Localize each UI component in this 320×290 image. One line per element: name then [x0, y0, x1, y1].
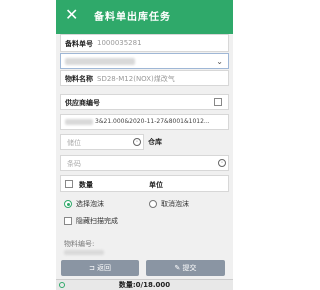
- location-input[interactable]: 储位 ◦: [60, 134, 144, 150]
- order-number-value: 1000035281: [97, 39, 142, 47]
- return-icon: ⊐: [88, 264, 95, 272]
- select-foam-radio[interactable]: [64, 200, 72, 208]
- quantity-status: 数量:0/18.000: [118, 281, 171, 289]
- close-icon[interactable]: ✕: [65, 5, 78, 25]
- quantity-checkbox[interactable]: [65, 180, 73, 188]
- back-button-label: 返回: [97, 264, 112, 272]
- barcode-placeholder: 条码: [67, 160, 81, 168]
- order-number-row: 备料单号 1000035281: [60, 34, 229, 52]
- batch-info-row: 3&21.000&2020-11-27&8001&1012...: [60, 114, 229, 130]
- app-screen: ✕ 备料单出库任务 备料单号 1000035281 ⌄ 物料名称 SD28-M1…: [56, 0, 233, 290]
- barcode-input[interactable]: 条码 ◦: [60, 155, 229, 171]
- hide-scanned-checkbox[interactable]: [64, 217, 72, 225]
- submit-button[interactable]: ✎ 提交: [146, 260, 225, 276]
- scan-icon[interactable]: ◦: [218, 159, 226, 167]
- header-bar: ✕ 备料单出库任务: [56, 0, 233, 34]
- quantity-label: 数量: [79, 181, 93, 189]
- supplier-code-row: 供应商编号: [60, 94, 229, 110]
- unit-label: 单位: [149, 181, 163, 189]
- cancel-foam-radio[interactable]: [149, 200, 157, 208]
- batch-info-value: 3&21.000&2020-11-27&8001&1012...: [95, 118, 210, 125]
- scan-icon[interactable]: ◦: [133, 138, 141, 146]
- material-name-row: 物料名称 SD28-M12(NOX)煤改气: [60, 70, 229, 86]
- status-footer: 数量:0/18.000: [56, 279, 233, 290]
- edit-icon: ✎: [174, 264, 181, 272]
- material-name-value: SD28-M12(NOX)煤改气: [97, 75, 175, 83]
- warehouse-label: 仓库: [148, 138, 162, 146]
- submit-button-label: 提交: [182, 264, 197, 272]
- supplier-checkbox[interactable]: [214, 98, 222, 106]
- selection-dropdown[interactable]: ⌄: [60, 53, 229, 69]
- blurred-value: [65, 58, 135, 65]
- supplier-code-label: 供应商编号: [65, 99, 100, 107]
- chevron-down-icon: ⌄: [216, 57, 223, 66]
- select-foam-label: 选择泡沫: [76, 200, 104, 208]
- material-number-label: 物料编号:: [64, 240, 95, 248]
- order-number-label: 备料单号: [65, 40, 93, 48]
- location-placeholder: 储位: [67, 139, 81, 147]
- cancel-foam-label: 取消泡沫: [161, 200, 189, 208]
- quantity-unit-row: 数量 单位: [60, 175, 229, 192]
- hide-scanned-label: 隐藏扫描完成: [76, 217, 118, 225]
- page-title: 备料单出库任务: [94, 12, 171, 23]
- blurred-row: [64, 250, 104, 255]
- back-button[interactable]: ⊐ 返回: [61, 260, 139, 276]
- status-indicator-icon: [59, 282, 65, 288]
- material-name-label: 物料名称: [65, 75, 93, 83]
- blurred-prefix: [65, 119, 93, 125]
